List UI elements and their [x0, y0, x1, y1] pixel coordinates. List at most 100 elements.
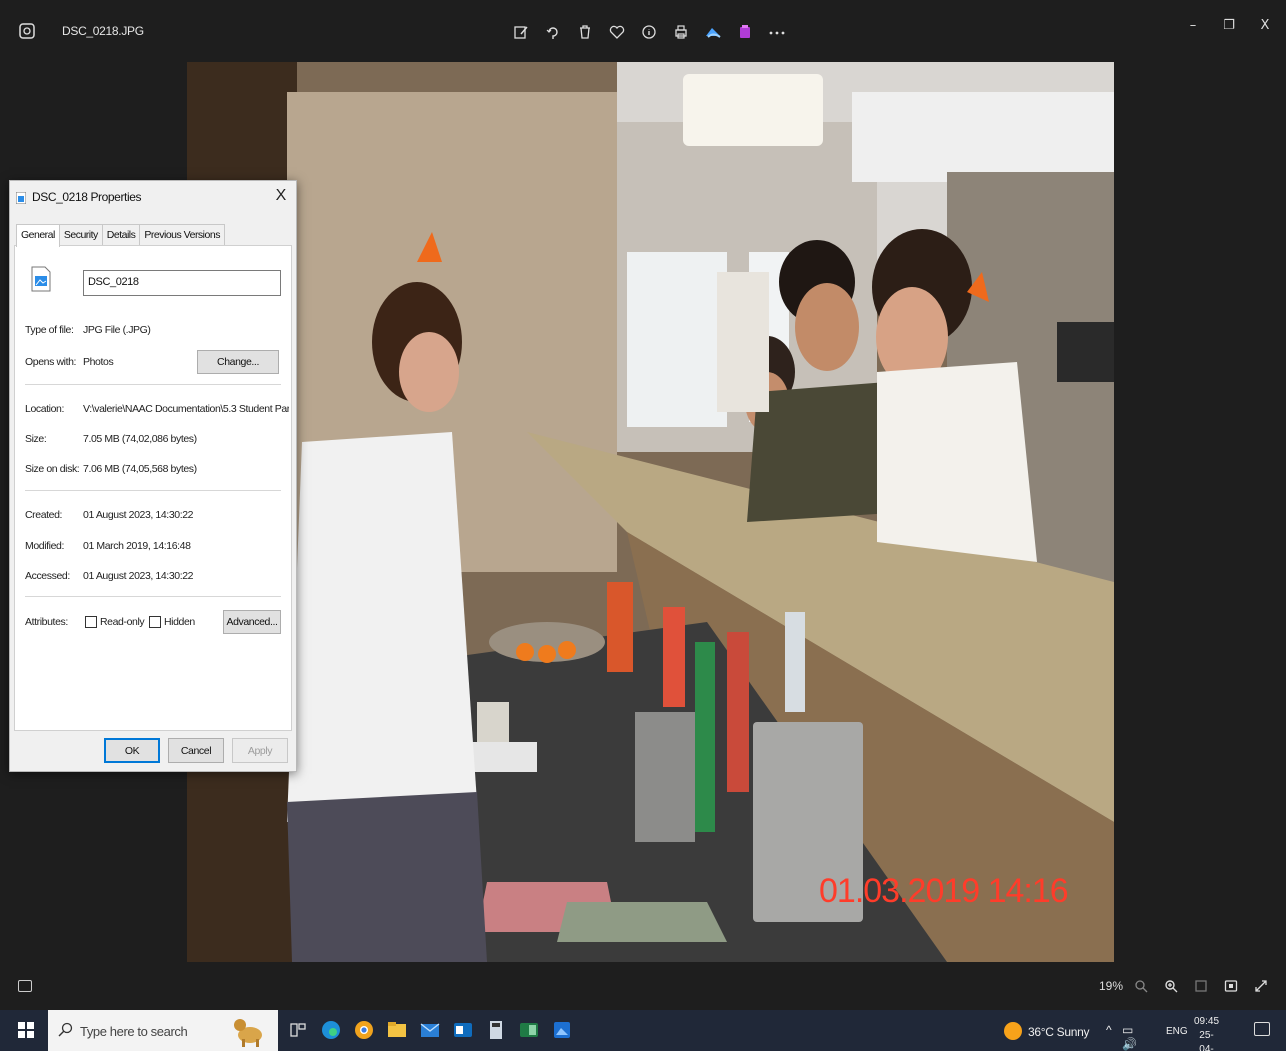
dialog-title: DSC_0218 Properties	[32, 190, 142, 204]
separator	[25, 596, 281, 597]
file-title: DSC_0218.JPG	[62, 24, 144, 38]
hidden-checkbox[interactable]	[149, 616, 161, 628]
zoom-out-icon[interactable]	[1130, 976, 1152, 996]
created-label: Created:	[25, 509, 63, 521]
location-value: V:\valerie\NAAC Documentation\5.3 Studen…	[83, 403, 289, 415]
separator	[25, 490, 281, 491]
delete-button[interactable]	[572, 18, 598, 46]
favorite-button[interactable]	[604, 18, 630, 46]
modified-value: 01 March 2019, 14:16:48	[83, 540, 191, 552]
weather-sun-icon[interactable]	[1004, 1022, 1022, 1040]
weather-text[interactable]: 36°C Sunny	[1028, 1025, 1089, 1039]
info-icon	[642, 25, 656, 39]
clock-time: 09:45	[1194, 1016, 1220, 1027]
readonly-label: Read-only	[100, 616, 145, 628]
task-view-icon[interactable]	[286, 1018, 310, 1042]
search-placeholder: Type here to search	[80, 1024, 188, 1039]
clipchamp-button[interactable]	[732, 18, 758, 46]
advanced-button[interactable]: Advanced...	[223, 610, 281, 634]
photos-app-icon	[19, 23, 35, 39]
more-button[interactable]	[764, 18, 790, 46]
tab-security[interactable]: Security	[58, 224, 103, 246]
notification-icon[interactable]	[1254, 1022, 1270, 1036]
fullscreen-icon[interactable]	[1250, 976, 1272, 996]
excel-icon[interactable]	[517, 1018, 541, 1042]
windows-start-icon[interactable]	[18, 1022, 34, 1038]
hidden-label: Hidden	[164, 616, 195, 628]
readonly-checkbox[interactable]	[85, 616, 97, 628]
window-controls: – ❐ X	[1178, 12, 1280, 38]
viewer-toolbar	[508, 18, 790, 46]
location-label: Location:	[25, 403, 65, 415]
cancel-button[interactable]: Cancel	[168, 738, 224, 763]
file-explorer-icon[interactable]	[385, 1018, 409, 1042]
taskbar-apps	[286, 1018, 574, 1042]
photo-date-stamp: 01.03.2019 14:16	[819, 872, 1069, 910]
fit-window-icon[interactable]	[1220, 976, 1242, 996]
tab-details[interactable]: Details	[101, 224, 141, 246]
clock[interactable]: 09:45 25-04-2024	[1194, 1015, 1219, 1051]
title-bar: DSC_0218.JPG – ❐ X	[0, 0, 1286, 62]
edit-icon	[514, 26, 528, 39]
actual-size-icon[interactable]	[1190, 976, 1212, 996]
size-on-disk-value: 7.06 MB (74,05,568 bytes)	[83, 463, 197, 475]
jpg-file-icon	[31, 266, 51, 292]
type-label: Type of file:	[25, 324, 74, 336]
clock-date: 25-04-2024	[1199, 1030, 1214, 1051]
more-icon	[769, 31, 785, 35]
mail-icon[interactable]	[418, 1018, 442, 1042]
file-icon	[16, 192, 26, 204]
tab-general[interactable]: General	[16, 224, 60, 247]
filmstrip-icon[interactable]	[18, 980, 32, 992]
show-hidden-icons-icon[interactable]: ^	[1106, 1023, 1112, 1037]
opens-with-label: Opens with:	[25, 356, 77, 368]
zoom-controls	[1130, 976, 1272, 996]
type-value: JPG File (.JPG)	[83, 324, 151, 336]
accessed-value: 01 August 2023, 14:30:22	[83, 570, 194, 582]
dialog-tabs: General Security Details Previous Versio…	[16, 224, 225, 247]
calculator-icon[interactable]	[484, 1018, 508, 1042]
restore-button[interactable]: ❐	[1214, 12, 1244, 38]
accessed-label: Accessed:	[25, 570, 70, 582]
modified-label: Modified:	[25, 540, 65, 552]
size-value: 7.05 MB (74,02,086 bytes)	[83, 433, 197, 445]
language-indicator[interactable]: ENG	[1166, 1026, 1188, 1037]
apply-button[interactable]: Apply	[232, 738, 288, 763]
change-button[interactable]: Change...	[197, 350, 279, 374]
separator	[25, 384, 281, 385]
file-name-field[interactable]: DSC_0218	[83, 270, 281, 296]
network-volume-icon[interactable]: ▭🔊	[1122, 1023, 1139, 1051]
search-icon	[58, 1022, 73, 1037]
print-icon	[675, 25, 687, 39]
info-button[interactable]	[636, 18, 662, 46]
clipchamp-icon	[740, 25, 750, 38]
minimize-button[interactable]: –	[1178, 12, 1208, 38]
zoom-in-icon[interactable]	[1160, 976, 1182, 996]
delete-icon	[580, 25, 590, 39]
tab-previous-versions[interactable]: Previous Versions	[139, 224, 225, 246]
print-button[interactable]	[668, 18, 694, 46]
favorite-icon	[609, 25, 625, 39]
photos-app-window: DSC_0218.JPG – ❐ X 01.03.2019 14:16 DSC_…	[0, 0, 1286, 1051]
dialog-close-button[interactable]: X	[272, 187, 290, 205]
ok-button[interactable]: OK	[104, 738, 160, 763]
general-panel: DSC_0218 Type of file: JPG File (.JPG) O…	[14, 245, 292, 731]
cloud-button[interactable]	[700, 18, 726, 46]
properties-dialog: DSC_0218 Properties X General Security D…	[9, 180, 297, 772]
photo-canvas[interactable]: 01.03.2019 14:16	[187, 62, 1114, 962]
opens-with-value: Photos	[83, 356, 114, 368]
zoom-level: 19%	[1099, 979, 1124, 993]
outlook-icon[interactable]	[451, 1018, 475, 1042]
size-on-disk-label: Size on disk:	[25, 463, 80, 475]
search-highlight-dog-icon[interactable]	[228, 1013, 274, 1049]
cloud-icon	[706, 28, 721, 38]
windows-taskbar: Type here to search 36°C Sunny ^ ▭🔊 ENG …	[0, 1010, 1286, 1051]
edit-button[interactable]	[508, 18, 534, 46]
close-button[interactable]: X	[1250, 12, 1280, 38]
size-label: Size:	[25, 433, 47, 445]
chrome-icon[interactable]	[352, 1018, 376, 1042]
viewer-bottom-bar: 19%	[0, 962, 1286, 1010]
edge-icon[interactable]	[319, 1018, 343, 1042]
photos-taskbar-icon[interactable]	[550, 1018, 574, 1042]
rotate-button[interactable]	[540, 18, 566, 46]
